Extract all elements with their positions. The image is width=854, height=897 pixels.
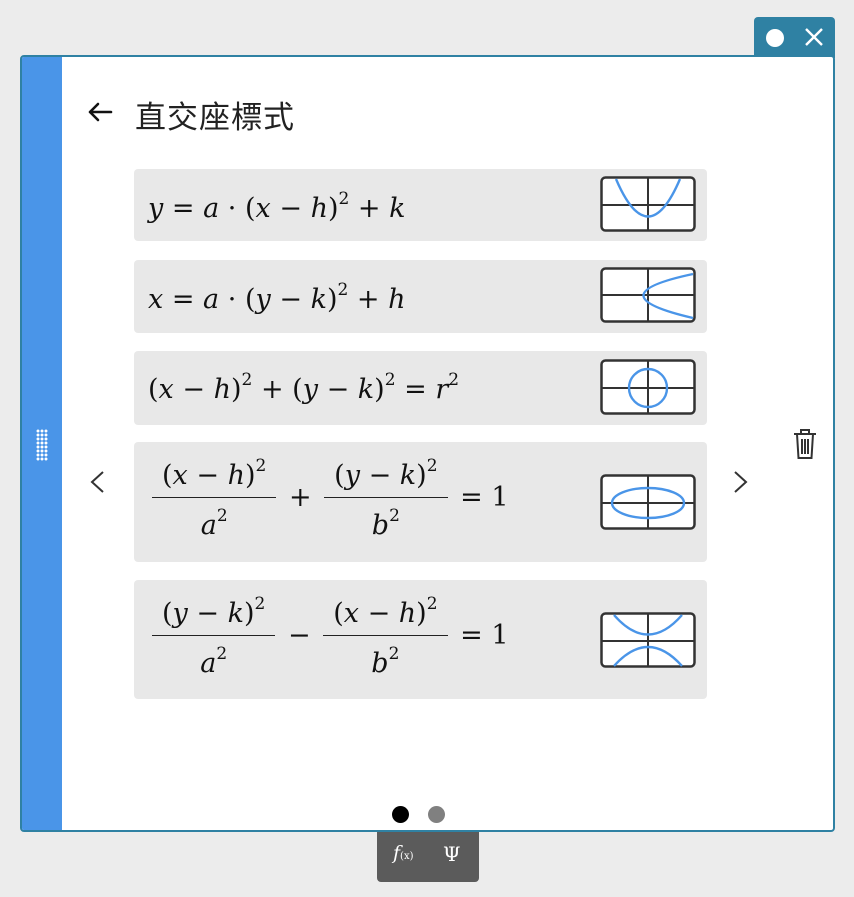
- formula-card-circle[interactable]: (x − h)2 + (y − k)2 = r2: [134, 351, 707, 425]
- pin-icon[interactable]: [766, 29, 784, 47]
- formula-text: (y − k)2 a2 − (x − h)2 b2 = 1: [148, 594, 509, 679]
- formula-text: (x − h)2 + (y − k)2 = r2: [148, 370, 460, 405]
- page-title: 直交座標式: [135, 100, 295, 136]
- back-arrow-icon[interactable]: [85, 97, 115, 127]
- horizontal-parabola-graph-icon: [600, 267, 696, 323]
- fraction: (x − h)2 b2: [323, 594, 448, 679]
- hyperbola-graph-icon: [600, 612, 696, 668]
- formula-card-vertical-parabola[interactable]: y = a · (x − h)2 + k: [134, 169, 707, 241]
- drag-grip-icon[interactable]: [36, 429, 48, 461]
- fraction: (x − h)2 a2: [152, 456, 277, 541]
- fraction: (y − k)2 a2: [152, 594, 276, 679]
- formula-text: (x − h)2 a2 + (y − k)2 b2 = 1: [148, 456, 509, 541]
- circle-graph-icon: [600, 359, 696, 415]
- psi-button[interactable]: Ψ: [443, 842, 461, 866]
- formula-text: x = a · (y − k)2 + h: [148, 280, 406, 315]
- formula-panel: 直交座標式 y = a · (x − h)2 + k x = a · (y − …: [20, 55, 835, 832]
- close-icon[interactable]: [802, 25, 826, 49]
- function-button[interactable]: f(x): [393, 842, 414, 864]
- window-controls: [754, 17, 835, 58]
- page-dot-1[interactable]: [392, 806, 409, 823]
- formula-card-horizontal-parabola[interactable]: x = a · (y − k)2 + h: [134, 260, 707, 333]
- previous-chevron-icon[interactable]: [85, 462, 109, 502]
- formula-card-hyperbola[interactable]: (y − k)2 a2 − (x − h)2 b2 = 1: [134, 580, 707, 699]
- formula-card-ellipse[interactable]: (x − h)2 a2 + (y − k)2 b2 = 1: [134, 442, 707, 562]
- next-chevron-icon[interactable]: [729, 462, 753, 502]
- fraction: (y − k)2 b2: [324, 456, 448, 541]
- bottom-toolbar: f(x) Ψ: [377, 832, 479, 882]
- formula-text: y = a · (x − h)2 + k: [148, 189, 406, 224]
- ellipse-graph-icon: [600, 474, 696, 530]
- page-dot-2[interactable]: [428, 806, 445, 823]
- sidebar-handle[interactable]: [22, 57, 62, 830]
- trash-icon[interactable]: [790, 427, 820, 461]
- vertical-parabola-graph-icon: [600, 176, 696, 232]
